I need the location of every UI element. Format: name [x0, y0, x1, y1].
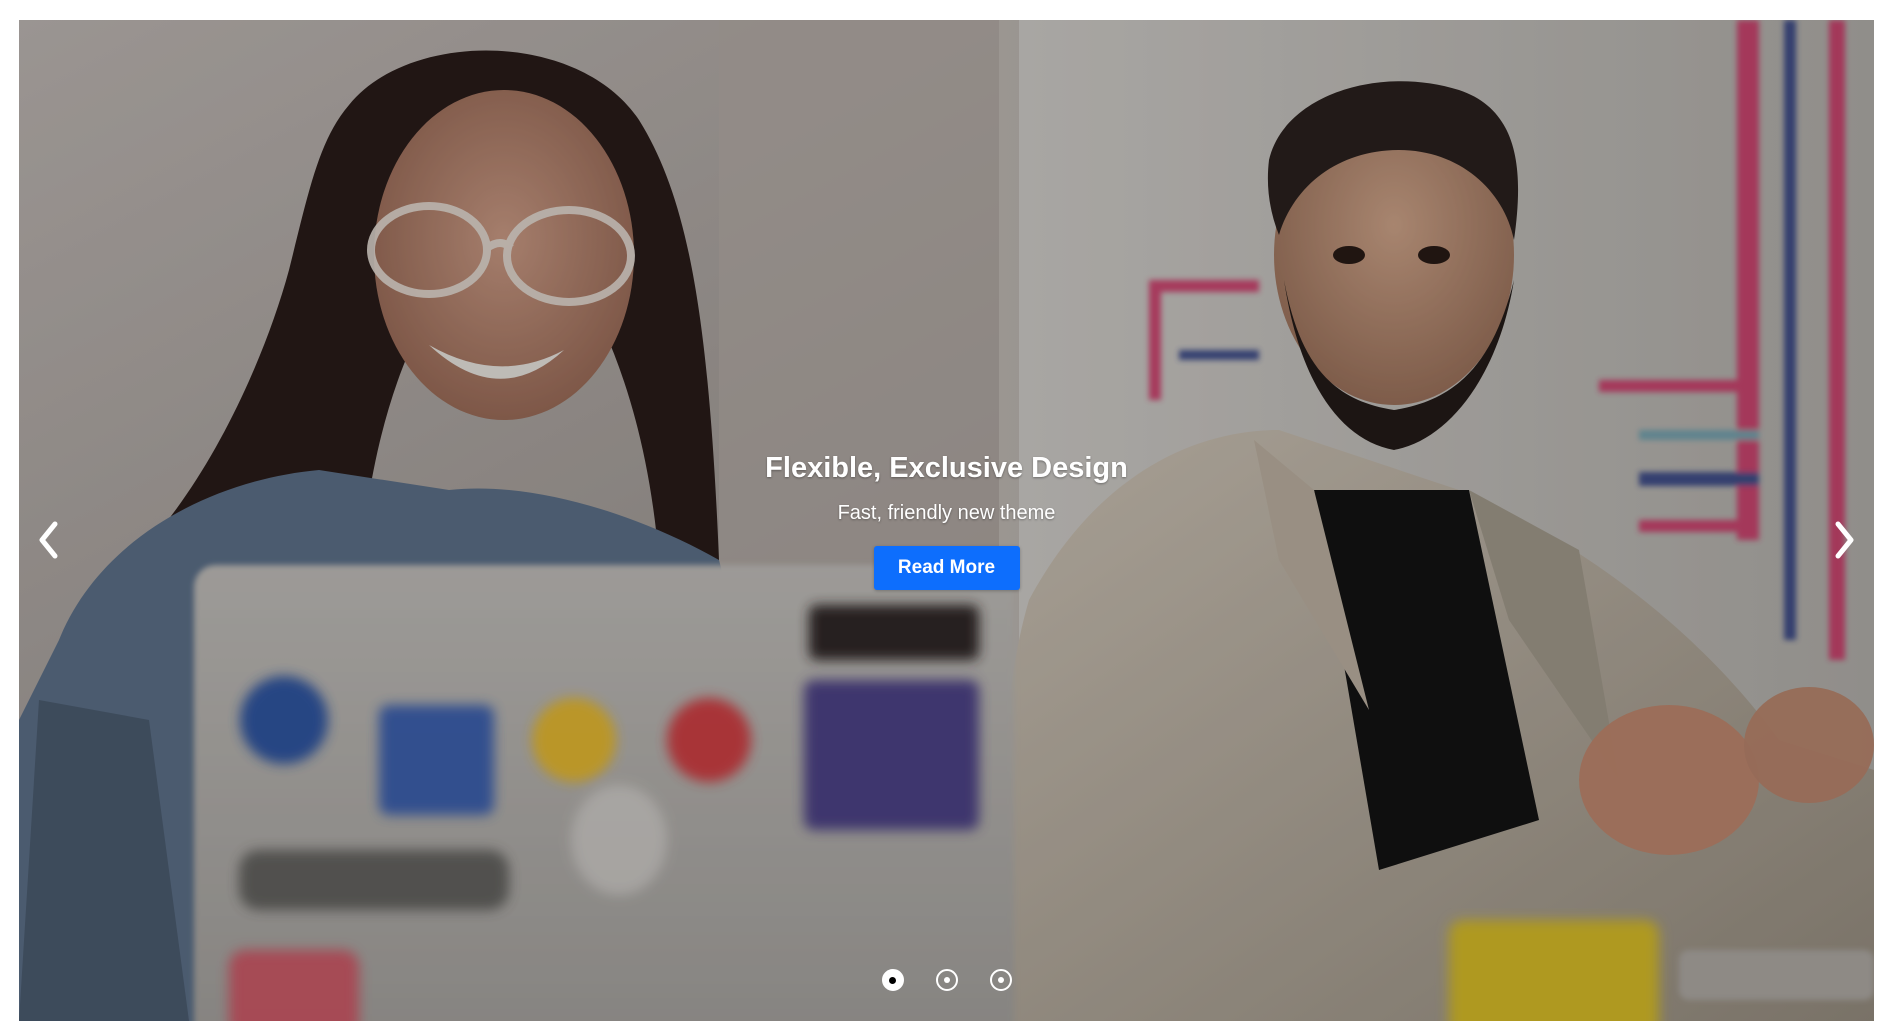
carousel-caption: Flexible, Exclusive Design Fast, friendl… — [19, 450, 1874, 590]
previous-slide-button[interactable] — [31, 514, 67, 566]
carousel-indicator-3[interactable] — [989, 969, 1012, 991]
chevron-right-icon — [1835, 521, 1854, 559]
carousel-indicator-2[interactable] — [935, 969, 958, 991]
next-slide-button[interactable] — [1826, 514, 1862, 566]
carousel-subtitle: Fast, friendly new theme — [837, 501, 1056, 524]
chevron-left-icon — [39, 521, 58, 559]
carousel-indicator-1[interactable] — [881, 969, 904, 991]
carousel-title: Flexible, Exclusive Design — [765, 452, 1128, 484]
read-more-button[interactable]: Read More — [873, 545, 1020, 590]
hero-carousel[interactable]: Flexible, Exclusive Design Fast, friendl… — [19, 20, 1874, 1021]
carousel-indicators — [19, 969, 1874, 991]
